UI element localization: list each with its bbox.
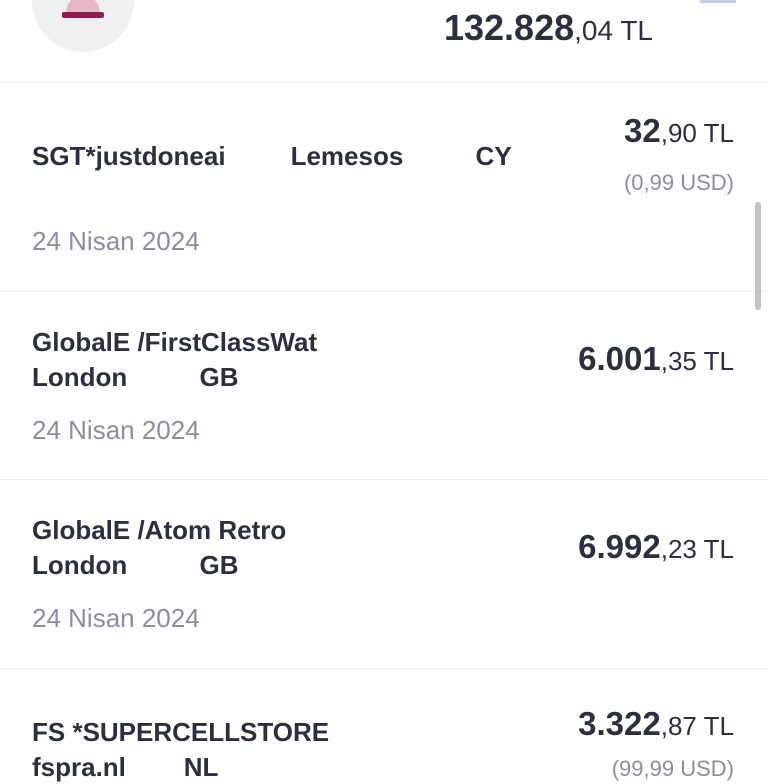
foreign-amount: (99,99 USD) [611,756,734,781]
merchant-line1: GlobalE /Atom Retro [32,515,287,545]
amount-int: 6.992 [578,528,661,565]
amount-dec: ,87 TL [660,711,734,741]
merchant-line2: London GB [32,362,239,392]
transaction-date: 24 Nisan 2024 [32,226,200,256]
transaction-amount: 6.001,35 TL [578,339,734,386]
amount-int: 32 [624,112,661,149]
amount-dec: ,90 TL [660,118,734,148]
transaction-row[interactable]: SGT*justdoneai Lemesos CY 24 Nisan 2024 … [0,83,768,292]
transaction-row[interactable]: GlobalE /Atom Retro London GB 24 Nisan 2… [0,480,768,669]
transaction-amount: 3.322,87 TL [578,704,734,751]
transaction-date: 24 Nisan 2024 [32,415,200,445]
amount-dec: ,35 TL [660,346,734,376]
amount-int: 3.322 [578,705,661,742]
account-summary-header: 132.828,04 TL [0,0,768,83]
merchant-line1: SGT*justdoneai Lemesos CY [32,141,512,171]
transaction-row[interactable]: GlobalE /FirstClassWat London GB 24 Nisa… [0,292,768,480]
bell-icon [62,0,104,18]
amount-dec: ,23 TL [660,534,734,564]
merchant-line1: GlobalE /FirstClassWat [32,327,318,357]
total-balance-dec: ,04 TL [574,15,653,46]
transaction-amount: 32,90 TL [624,111,734,158]
total-balance-int: 132.828 [443,7,575,48]
transaction-date: 24 Nisan 2024 [32,603,200,633]
foreign-amount: (0,99 USD) [623,170,734,195]
transaction-row[interactable]: FS *SUPERCELLSTORE fspra.nl NL 3.322,87 … [0,669,768,782]
corner-indicator [700,0,736,3]
amount-int: 6.001 [578,340,661,377]
total-balance: 132.828,04 TL [444,6,653,53]
merchant-line2: fspra.nl NL [32,752,219,782]
scrollbar-thumb[interactable] [755,202,761,310]
transaction-amount: 6.992,23 TL [578,527,734,574]
merchant-line2: London GB [32,550,239,580]
category-avatar [32,0,134,52]
merchant-line1: FS *SUPERCELLSTORE [32,717,330,747]
